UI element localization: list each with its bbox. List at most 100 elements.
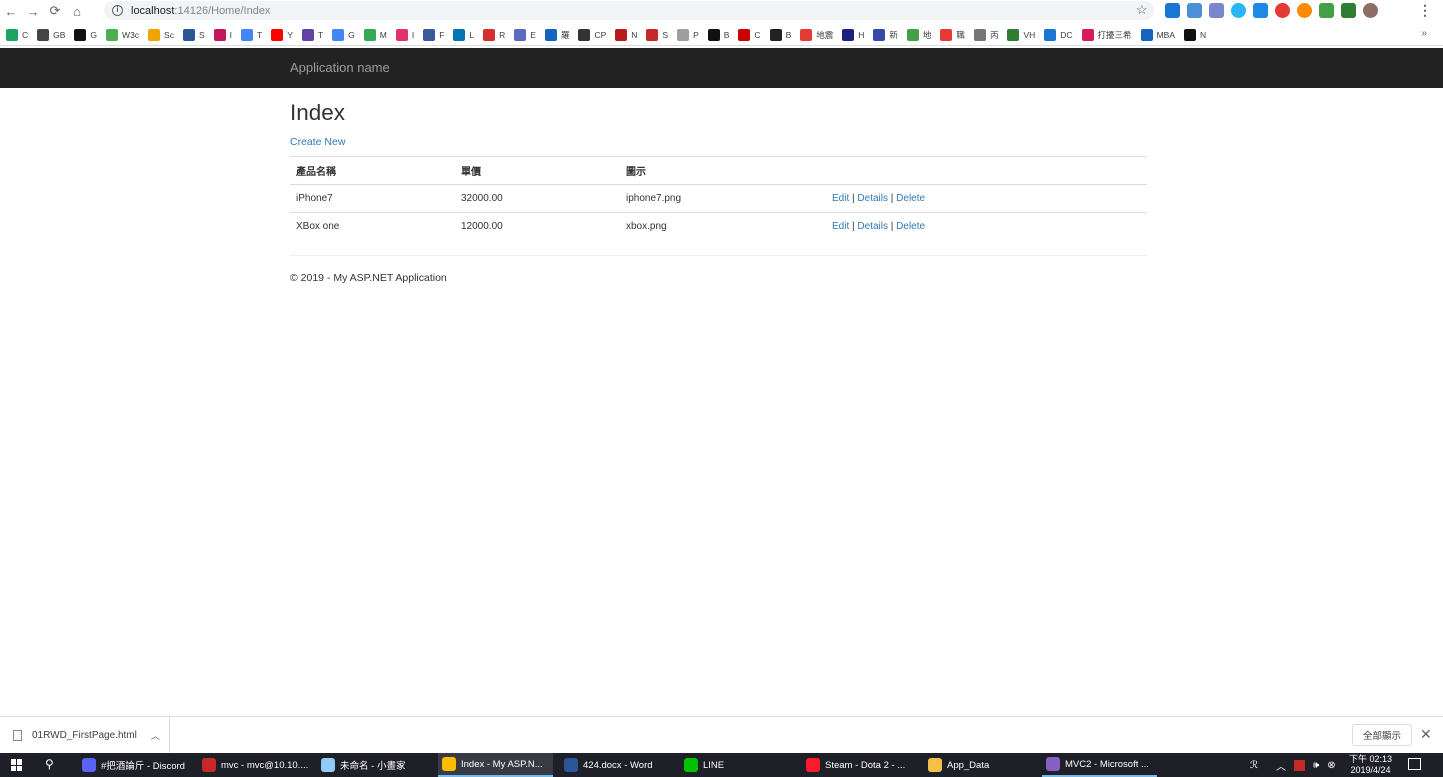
bookmark-item[interactable]: C [6,28,28,41]
bookmark-item[interactable]: DC [1044,28,1073,41]
bookmark-item[interactable]: B [769,28,791,41]
app-icon [806,758,820,772]
close-icon[interactable]: ✕ [1420,726,1432,743]
bookmark-item[interactable]: E [514,28,536,41]
bookmark-item[interactable]: CP [578,28,606,41]
bookmark-item[interactable]: 打擾三希 [1081,28,1132,41]
product-image-cell: iphone7.png [620,184,826,213]
bookmark-item[interactable]: H [842,28,864,41]
bookmark-favicon-icon [578,28,591,41]
create-new-link[interactable]: Create New [290,136,345,148]
brand-link[interactable]: Application name [290,60,390,75]
bookmark-item[interactable]: N [1183,28,1206,41]
taskbar-app[interactable]: 未命名 - 小畫家 [317,753,432,777]
bookmark-item[interactable]: G [332,28,355,41]
actions-cell: Edit | Details | Delete [826,184,1147,213]
extension-icon[interactable] [1231,3,1246,18]
bookmarks-bar: C GB G W3c Sc S I T Y T G M I F L R E 羅 CP N S P B C B 地震 H 新 地 職 丙 VH D… [0,24,1443,46]
delete-link[interactable]: Delete [896,193,925,204]
bookmark-item[interactable]: G [74,28,97,41]
bookmark-item[interactable]: 地震 [800,28,834,41]
details-link[interactable]: Details [857,193,888,204]
bookmark-item[interactable]: Y [271,28,293,41]
extension-icon[interactable] [1319,3,1334,18]
bookmark-item[interactable]: P [677,28,699,41]
bookmark-star-icon[interactable]: ☆ [1136,2,1148,18]
extension-icon[interactable] [1253,3,1268,18]
bookmark-item[interactable]: I [213,28,232,41]
bookmark-item[interactable]: S [182,28,205,41]
home-icon[interactable]: ⌂ [66,0,88,22]
bookmark-item[interactable]: 羅 [544,28,569,41]
search-icon[interactable]: ⚲ [45,757,54,771]
bookmark-favicon-icon [106,28,119,41]
extension-icon[interactable] [1341,3,1356,18]
chevron-up-icon[interactable]: ︿ [1276,758,1286,773]
extension-icon[interactable] [1275,3,1290,18]
bookmark-item[interactable]: MBA [1140,28,1175,41]
system-tray: ℛ ︿ 🕪 ⊗ [1250,753,1336,777]
bookmark-item[interactable]: 新 [873,28,898,41]
bookmark-item[interactable]: Sc [148,28,174,41]
show-all-downloads-button[interactable]: 全部顯示 [1352,724,1412,746]
bookmark-label: 地震 [816,29,834,40]
bookmark-label: C [754,29,761,40]
url-path: :14126/Home/Index [174,4,271,17]
taskbar-app[interactable]: #把酒論斤 - Discord [78,753,193,777]
extension-icon[interactable] [1297,3,1312,18]
bookmark-item[interactable]: S [646,28,668,41]
network-icon[interactable]: ⊗ [1327,760,1335,771]
bookmark-item[interactable]: 地 [906,28,931,41]
taskbar-app[interactable]: App_Data [924,753,1034,777]
taskbar-app[interactable]: LINE [680,753,795,777]
system-clock[interactable]: 下午 02:13 2019/4/24 [1349,754,1392,776]
filezilla-tray-icon[interactable] [1293,759,1305,771]
edit-link[interactable]: Edit [832,221,849,232]
clock-date: 2019/4/24 [1350,765,1391,775]
taskbar-app[interactable]: Steam - Dota 2 - ... [802,753,917,777]
bookmark-item[interactable]: 丙 [973,28,998,41]
bookmark-item[interactable]: M [363,28,387,41]
site-info-icon[interactable]: i [112,5,123,16]
taskbar-app[interactable]: mvc - mvc@10.10.... [198,753,313,777]
bookmark-item[interactable]: I [395,28,414,41]
forward-icon[interactable]: → [22,0,44,22]
extension-icon[interactable] [1165,3,1180,18]
address-bar[interactable]: i localhost:14126/Home/Index [104,1,1154,20]
details-link[interactable]: Details [857,221,888,232]
bookmark-item[interactable]: W3c [106,28,140,41]
taskbar-app[interactable]: Index - My ASP.N... [438,753,553,777]
edit-link[interactable]: Edit [832,193,849,204]
taskbar-app-label: mvc - mvc@10.10.... [221,759,309,771]
bookmarks-more-icon[interactable]: » [1421,28,1427,39]
browser-menu-icon[interactable]: ⋮ [1418,2,1432,19]
bookmark-item[interactable]: F [423,28,444,41]
profile-avatar[interactable] [1363,3,1378,18]
extension-icon[interactable] [1209,3,1224,18]
delete-link[interactable]: Delete [896,221,925,232]
taskbar-app[interactable]: MVC2 - Microsoft ... [1042,753,1157,777]
windows-start-icon[interactable] [11,759,23,771]
bookmark-item[interactable]: T [241,28,262,41]
reload-icon[interactable]: ⟳ [44,0,66,22]
bookmark-item[interactable]: 職 [940,28,965,41]
bookmark-item[interactable]: B [707,28,729,41]
back-icon[interactable]: ← [0,0,22,22]
bookmark-item[interactable]: GB [37,28,65,41]
bookmark-item[interactable]: N [615,28,637,41]
extension-icon[interactable] [1187,3,1202,18]
bookmark-label: W3c [122,29,140,40]
volume-icon[interactable]: 🕪 [1313,760,1319,771]
notification-icon[interactable] [1408,758,1421,770]
download-item[interactable]: 01RWD_FirstPage.html ︿ [0,717,170,753]
bookmark-item[interactable]: T [301,28,323,41]
bookmark-item[interactable]: C [738,28,761,41]
bookmark-item[interactable]: L [453,28,474,41]
chevron-up-icon[interactable]: ︿ [151,729,160,742]
bookmark-item[interactable]: VH [1007,28,1035,41]
taskbar-app-label: 未命名 - 小畫家 [340,761,406,772]
people-icon[interactable]: ℛ [1250,760,1258,771]
taskbar-app[interactable]: 424.docx - Word [560,753,675,777]
bookmark-item[interactable]: R [483,28,505,41]
clock-time: 下午 02:13 [1349,754,1393,764]
